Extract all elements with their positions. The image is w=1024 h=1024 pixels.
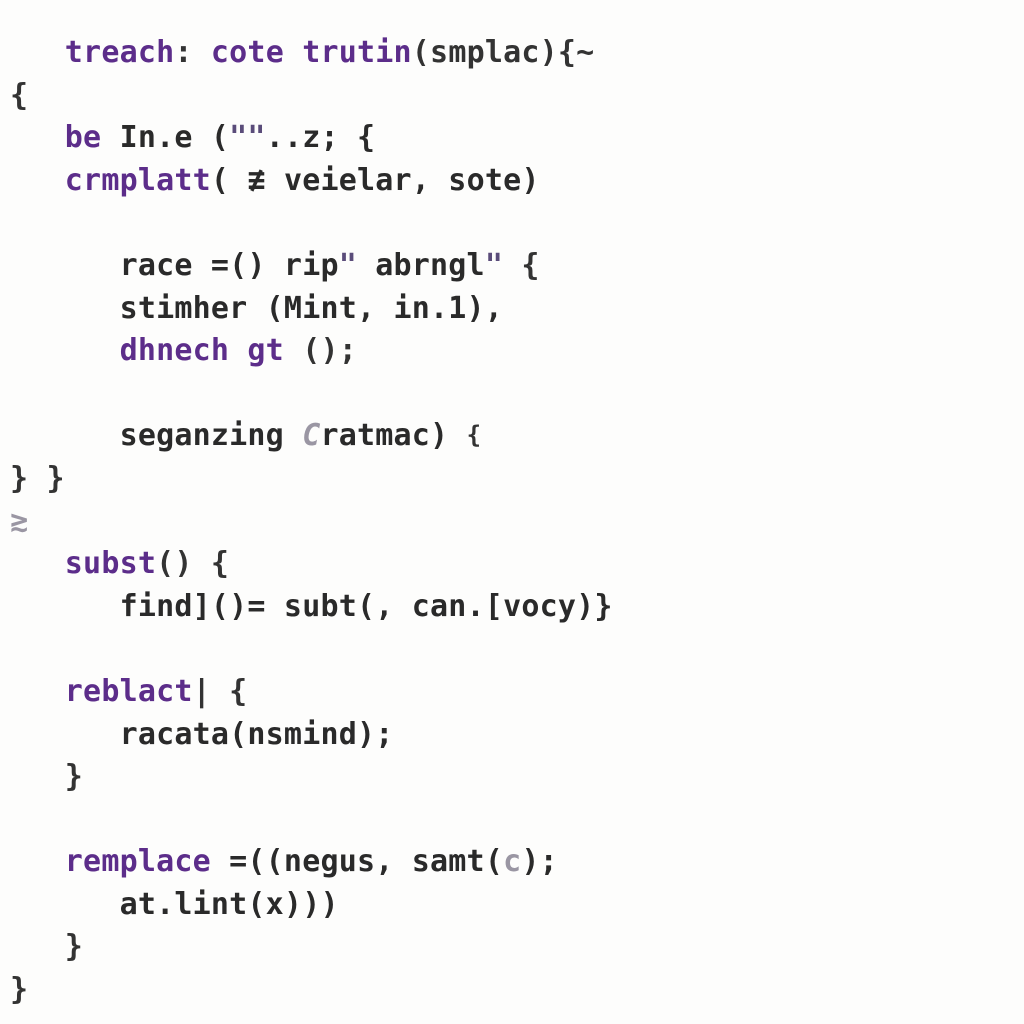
token: platt [120, 163, 211, 198]
token: =() rip [193, 248, 339, 283]
token: ..z; { [266, 120, 376, 155]
token: dhnech [120, 333, 230, 368]
token: c [503, 844, 521, 879]
token: " [485, 248, 503, 283]
token: be [65, 120, 102, 155]
token: In.e ( [101, 120, 229, 155]
token: " [339, 248, 357, 283]
token: =((negus, samt( [211, 844, 503, 879]
token: gt [247, 333, 284, 368]
token: treach [65, 35, 175, 70]
token: m [101, 163, 119, 198]
token: ); [521, 844, 558, 879]
token: () { [156, 546, 229, 581]
token: | { [193, 674, 248, 709]
token: stimher (Mint, in.1), [120, 291, 504, 326]
token: remplace [65, 844, 211, 879]
token: cote [211, 35, 284, 70]
token: } } [10, 461, 65, 496]
token: (smplac){~ [412, 35, 595, 70]
token: seganzing [120, 418, 303, 453]
token: race [120, 248, 193, 283]
token: "" [229, 120, 266, 155]
token: } [10, 972, 28, 1007]
code-block: treach: cote trutin(smplac){~ { be In.e … [0, 0, 1024, 1022]
token: racata(nsmind); [120, 717, 394, 752]
token: trutin [302, 35, 412, 70]
token: reblact [65, 674, 193, 709]
token: at.lint(x))) [120, 887, 339, 922]
token: { [467, 421, 482, 449]
token [229, 333, 247, 368]
token: subst [65, 546, 156, 581]
token: find]()= subt(, can.[vocy)} [120, 589, 613, 624]
token: { [10, 78, 28, 113]
token: abrngl [357, 248, 485, 283]
token: } [65, 759, 83, 794]
token: C [302, 418, 320, 453]
token: ratmac) [320, 418, 466, 453]
token: (); [284, 333, 357, 368]
token: cr [65, 163, 102, 198]
token: : [174, 35, 211, 70]
token: ( ≢ veielar, sote) [211, 163, 540, 198]
token: { [503, 248, 540, 283]
token: } [65, 929, 83, 964]
token: ≳ [10, 504, 28, 539]
token [284, 35, 302, 70]
